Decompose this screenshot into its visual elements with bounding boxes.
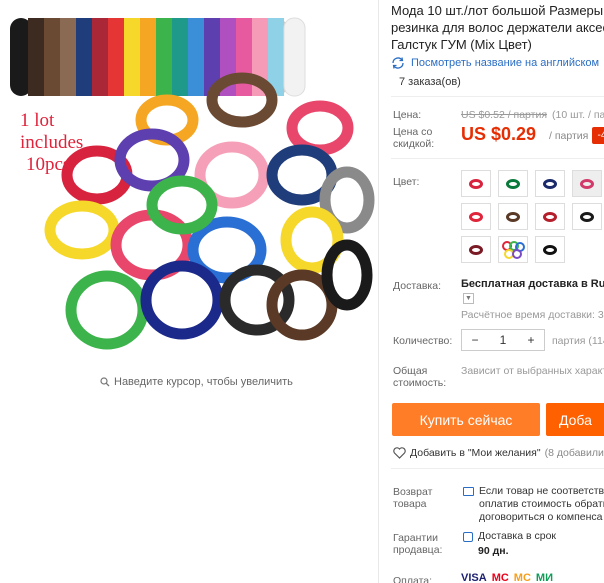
swatch-maroon[interactable] [461,236,491,263]
buy-now-button[interactable]: Купить сейчас [392,403,540,436]
wishlist-label: Добавить в "Мои желания" [410,447,541,459]
swatch-multicolor[interactable] [498,236,528,263]
total-label-line-1: Общая [393,365,428,377]
price-unit: / партия [549,130,589,142]
returns-text: Если товар не соответству оплатив стоимо… [479,485,604,524]
quantity-plus-button[interactable]: + [518,333,544,347]
maroon-ring-icon [469,244,483,255]
black-ring-icon [580,211,594,222]
green-ring-icon [506,178,520,189]
returns-label: Возврат товара [393,486,432,510]
swatch-green[interactable] [498,170,528,197]
delivery-estimate: Расчётное время доставки: 30 [461,309,604,321]
mastercard-logo: MC [491,572,509,583]
quantity-minus-button[interactable]: − [462,333,488,347]
red-ring-icon [469,211,483,222]
divider-1 [391,96,604,97]
return-policy-icon [463,487,474,496]
brown-ring-icon [506,211,520,222]
payment-methods: VISA MC MC МИ [461,572,553,583]
product-title-line-3: Галстук ГУМ (Mix Цвет) [391,37,532,52]
price-label: Цена: [393,109,422,121]
product-gallery: 1 lot includes 10pcs Наведите курсор, чт… [0,0,378,583]
total-label: Общая стоимость: [393,365,446,389]
promo-line-1: 1 lot [20,110,55,131]
returns-text-line-3: договориться о компенса [479,511,603,523]
guarantee-line-2: 90 дн. [478,545,509,557]
discount-label-line-2: скидкой: [393,138,435,150]
original-price-extra: (10 шт. / пар [552,109,604,121]
discount-label-line-1: Цена со [393,126,433,138]
product-title: Мода 10 шт./лот большой Размеры о резинк… [391,2,604,53]
total-value: Зависит от выбранных характ [461,365,604,377]
guarantee-label-line-1: Гарантии [393,532,438,544]
translate-icon [392,57,404,69]
black-ring-icon [543,244,557,255]
multicolor-rings-icon [502,240,525,259]
quantity-label: Количество: [393,335,453,347]
swatch-pink[interactable] [572,170,602,197]
returns-text-line-1: Если товар не соответству [479,485,604,497]
current-price: US $0.29 [461,124,537,144]
discount-badge: -4 [592,127,604,144]
original-price: US $0.52 / партия [461,109,548,121]
returns-text-line-2: оплатив стоимость обратн [479,498,604,510]
swatch-brown[interactable] [498,203,528,230]
dark-red-ring-icon [543,211,557,222]
returns-label-line-1: Возврат [393,486,433,498]
swatch-navy[interactable] [535,170,565,197]
promo-line-3: 10pcs [26,154,71,175]
add-to-wishlist-link[interactable]: Добавить в "Мои желания" (8 добавили) [393,447,604,459]
product-info-panel: Мода 10 шт./лот большой Размеры о резинк… [379,0,604,583]
promo-line-2: includes [20,132,84,153]
product-title-line-2: резинка для волос держатели аксесс [391,20,604,35]
swatch-dark-red[interactable] [535,203,565,230]
heart-icon [393,447,406,459]
wishlist-count: (8 добавили) [544,447,604,459]
divider-2 [391,158,604,159]
quantity-input[interactable]: 1 [489,333,517,347]
total-label-line-2: стоимость: [393,377,447,389]
pink-ring-icon [580,178,594,189]
navy-ring-icon [543,178,557,189]
payment-label: Оплата: [393,575,433,583]
delivery-value: Бесплатная доставка в Russi [461,278,604,290]
returns-label-line-2: товара [393,498,427,510]
discount-price-label: Цена со скидкой: [393,126,434,150]
product-title-line-1: Мода 10 шт./лот большой Размеры о [391,3,604,18]
magnifier-icon [100,377,110,387]
color-label: Цвет: [393,176,420,188]
orders-count: 7 заказа(ов) [399,76,461,88]
delivery-label: Доставка: [393,280,442,292]
delivery-guarantee-icon [463,532,473,542]
translate-link-text: Посмотреть название на английском [411,57,600,69]
quantity-stepper: − 1 + [461,329,545,351]
hair-ties-photo [10,17,375,350]
swatch-black-2[interactable] [535,236,565,263]
product-main-image[interactable]: 1 lot includes 10pcs [2,0,376,370]
promo-text: 1 lot includes 10pcs [20,110,83,176]
add-to-cart-button[interactable]: Доба [546,403,604,436]
guarantee-label: Гарантии продавца: [393,532,442,556]
quantity-unit: партия (114 [552,335,604,347]
mir-logo: МИ [535,572,553,583]
swatch-red-2[interactable] [461,203,491,230]
translate-title-link[interactable]: Посмотреть название на английском [391,57,599,69]
swatch-red[interactable] [461,170,491,197]
swatch-black[interactable] [572,203,602,230]
red-ring-icon [469,178,483,189]
zoom-hint-text: Наведите курсор, чтобы увеличить [114,376,293,388]
visa-logo: VISA [461,572,487,583]
guarantee-line-1: Доставка в срок [478,530,557,542]
maestro-logo: MC [513,572,531,583]
divider-3 [391,468,604,469]
delivery-dropdown-chevron-icon[interactable]: ▼ [463,293,474,304]
zoom-hint: Наведите курсор, чтобы увеличить [100,376,293,388]
guarantee-label-line-2: продавца: [393,544,443,556]
